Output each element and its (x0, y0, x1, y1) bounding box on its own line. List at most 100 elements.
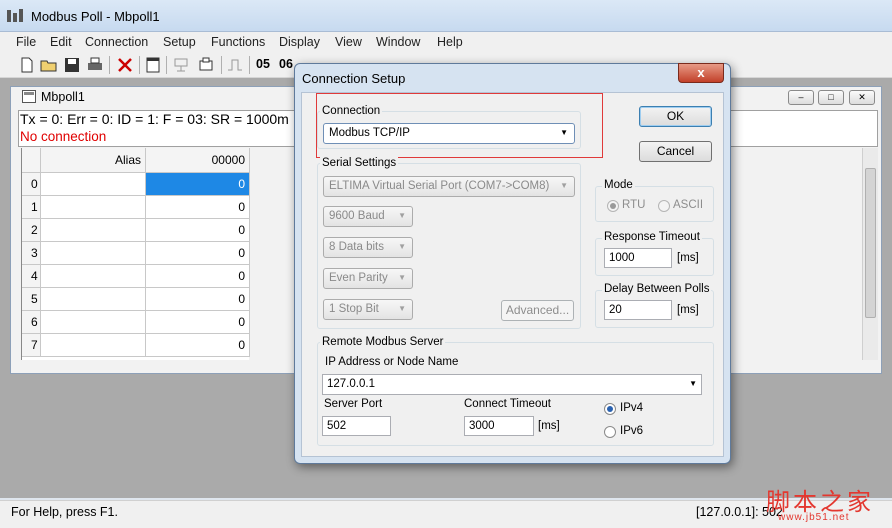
value-cell[interactable]: 0 (146, 288, 250, 311)
toolbar-separator (221, 56, 222, 74)
connect-timeout-input[interactable]: 3000 (464, 416, 534, 436)
parity-value: Even Parity (329, 272, 388, 284)
alias-cell[interactable] (41, 219, 146, 242)
vertical-scrollbar[interactable] (862, 148, 878, 360)
open-folder-icon[interactable] (40, 56, 58, 74)
print-icon[interactable] (86, 56, 104, 74)
serial-port-value: ELTIMA Virtual Serial Port (COM7->COM8) (329, 180, 550, 192)
value-cell[interactable]: 0 (146, 334, 250, 357)
ipv4-radio[interactable] (604, 403, 616, 415)
ip-address-label: IP Address or Node Name (325, 356, 459, 368)
ok-button[interactable]: OK (639, 106, 712, 127)
child-close-button[interactable]: ✕ (849, 90, 875, 105)
disconnect-icon[interactable] (197, 56, 215, 74)
alias-cell[interactable] (41, 265, 146, 288)
response-timeout-input[interactable]: 1000 (604, 248, 672, 268)
serial-port-select[interactable]: ELTIMA Virtual Serial Port (COM7->COM8) … (323, 176, 575, 197)
row-header[interactable]: 5 (22, 288, 41, 311)
child-window-icon (22, 90, 36, 103)
column-header-alias[interactable]: Alias (41, 148, 146, 173)
menu-functions[interactable]: Functions (211, 35, 265, 49)
menu-edit[interactable]: Edit (50, 35, 72, 49)
poll-status-text: Tx = 0: Err = 0: ID = 1: F = 03: SR = 10… (20, 111, 289, 127)
chevron-down-icon: ▼ (398, 304, 406, 313)
menu-help[interactable]: Help (437, 35, 463, 49)
row-header[interactable]: 3 (22, 242, 41, 265)
toolbar-separator (139, 56, 140, 74)
child-maximize-button[interactable]: □ (818, 90, 844, 105)
connect-icon[interactable] (172, 56, 190, 74)
advanced-button[interactable]: Advanced... (501, 300, 574, 321)
delay-between-polls-label: Delay Between Polls (602, 283, 712, 295)
dialog-close-button[interactable]: x (678, 63, 724, 83)
save-icon[interactable] (63, 56, 81, 74)
table-corner (22, 148, 41, 173)
child-minimize-button[interactable]: – (788, 90, 814, 105)
ip-address-value: 127.0.0.1 (327, 378, 375, 390)
ipv6-radio[interactable] (604, 426, 616, 438)
value-cell[interactable]: 0 (146, 196, 250, 219)
menu-window[interactable]: Window (376, 35, 420, 49)
serial-settings-label: Serial Settings (320, 157, 399, 169)
alias-cell[interactable] (41, 288, 146, 311)
chevron-down-icon: ▼ (689, 379, 697, 388)
alias-cell[interactable] (41, 334, 146, 357)
value-cell[interactable]: 0 (146, 265, 250, 288)
alias-cell[interactable] (41, 173, 146, 196)
alias-cell[interactable] (41, 242, 146, 265)
function-06-button[interactable]: 06 (279, 57, 293, 71)
ipv6-label: IPv6 (620, 425, 644, 437)
register-table: Alias 00000 0010203040506070 (21, 148, 250, 360)
new-file-icon[interactable] (18, 56, 36, 74)
parity-select[interactable]: Even Parity ▼ (323, 268, 413, 289)
delete-icon[interactable] (116, 56, 134, 74)
row-header[interactable]: 1 (22, 196, 41, 219)
ip-address-input[interactable]: 127.0.0.1 ▼ (322, 374, 702, 395)
mode-ascii-label: ASCII (673, 199, 704, 211)
menu-connection[interactable]: Connection (85, 35, 148, 49)
value-cell[interactable]: 0 (146, 219, 250, 242)
menu-file[interactable]: File (16, 35, 36, 49)
chevron-down-icon: ▼ (398, 211, 406, 220)
row-header[interactable]: 2 (22, 219, 41, 242)
connect-timeout-unit: [ms] (538, 420, 560, 432)
connect-timeout-label: Connect Timeout (464, 398, 551, 410)
row-header[interactable]: 0 (22, 173, 41, 196)
app-icon (7, 9, 23, 22)
pulse-icon[interactable] (226, 56, 244, 74)
menu-view[interactable]: View (335, 35, 362, 49)
menu-setup[interactable]: Setup (163, 35, 196, 49)
baud-rate-value: 9600 Baud (329, 210, 385, 222)
highlight-box (316, 93, 603, 158)
data-bits-select[interactable]: 8 Data bits ▼ (323, 237, 413, 258)
server-port-input[interactable]: 502 (322, 416, 391, 436)
row-header[interactable]: 4 (22, 265, 41, 288)
chevron-down-icon: ▼ (560, 181, 568, 190)
baud-rate-select[interactable]: 9600 Baud ▼ (323, 206, 413, 227)
window-icon[interactable] (144, 56, 162, 74)
cancel-button[interactable]: Cancel (639, 141, 712, 162)
function-05-button[interactable]: 05 (256, 57, 270, 71)
value-cell[interactable]: 0 (146, 242, 250, 265)
menu-display[interactable]: Display (279, 35, 320, 49)
mode-ascii-radio[interactable] (658, 200, 670, 212)
ipv4-label: IPv4 (620, 402, 644, 414)
scrollbar-thumb[interactable] (865, 168, 876, 318)
delay-between-polls-unit: [ms] (677, 304, 699, 316)
row-header[interactable]: 6 (22, 311, 41, 334)
value-cell[interactable]: 0 (146, 311, 250, 334)
chevron-down-icon: ▼ (398, 273, 406, 282)
window-title: Modbus Poll - Mbpoll1 (31, 9, 160, 24)
alias-cell[interactable] (41, 311, 146, 334)
delay-between-polls-input[interactable]: 20 (604, 300, 672, 320)
chevron-down-icon: ▼ (398, 242, 406, 251)
stop-bits-select[interactable]: 1 Stop Bit ▼ (323, 299, 413, 320)
mode-rtu-radio[interactable] (607, 200, 619, 212)
remote-server-label: Remote Modbus Server (320, 336, 446, 348)
alias-cell[interactable] (41, 196, 146, 219)
response-timeout-unit: [ms] (677, 252, 699, 264)
column-header-address[interactable]: 00000 (146, 148, 250, 173)
row-header[interactable]: 7 (22, 334, 41, 357)
toolbar-separator (109, 56, 110, 74)
value-cell[interactable]: 0 (146, 173, 250, 196)
